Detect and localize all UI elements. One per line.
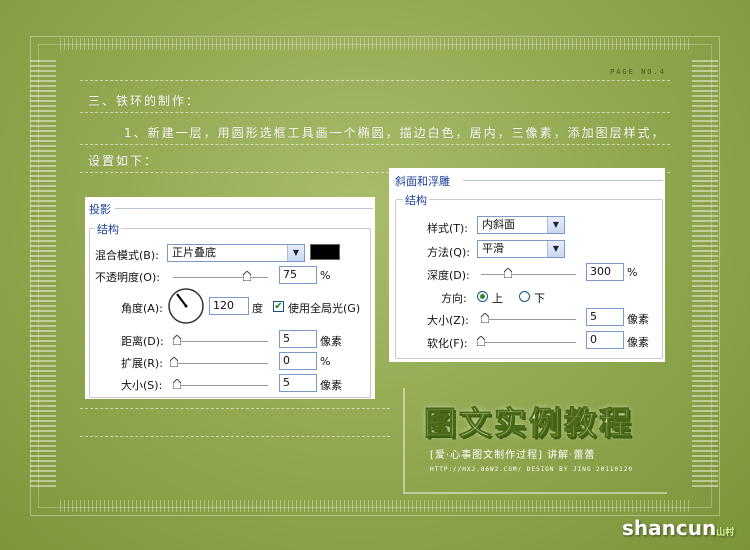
depth-input[interactable]: 300 <box>586 263 624 281</box>
page-number: PAGE NO.4 <box>610 68 666 76</box>
slider-thumb-icon[interactable] <box>504 268 512 278</box>
drop-shadow-panel: 投影 结构 混合模式(B): 正片叠底 ▼ 不透明度(O): 75 % 角度(A… <box>85 197 375 399</box>
spread-label: 扩展(R): <box>121 357 163 370</box>
rule-line <box>80 112 670 113</box>
bevel-size-label: 大小(Z): <box>427 314 469 327</box>
depth-unit: % <box>627 266 638 279</box>
blend-mode-value: 正片叠底 <box>172 246 216 259</box>
slider-thumb-icon[interactable] <box>481 313 489 323</box>
depth-label: 深度(D): <box>427 269 470 282</box>
slider-thumb-icon[interactable] <box>173 335 181 345</box>
right-stripe-decoration <box>692 60 718 490</box>
watermark-logo: shancun山村 <box>622 516 734 540</box>
chevron-down-icon: ▼ <box>547 217 564 233</box>
distance-label: 距离(D): <box>121 335 164 348</box>
soften-label: 软化(F): <box>427 337 468 350</box>
instruction-line-1: 1、新建一层，用圆形选框工具画一个椭圆，描边白色，居内，三像素，添加图层样式， <box>124 126 666 140</box>
opacity-unit: % <box>320 269 331 282</box>
spread-unit: % <box>320 355 331 368</box>
group-legend: 结构 <box>403 192 429 208</box>
rule-line <box>80 436 390 437</box>
depth-slider[interactable] <box>481 274 576 276</box>
angle-input[interactable]: 120 <box>209 297 249 315</box>
slider-thumb-icon[interactable] <box>173 379 181 389</box>
style-label: 样式(T): <box>427 222 469 235</box>
logo-url-line: HTTP://HXJ.86W2.COM/ DESIGN BY JING 2011… <box>430 466 633 473</box>
top-stripe-decoration <box>60 38 690 50</box>
slider-thumb-icon[interactable] <box>170 357 178 367</box>
angle-label: 角度(A): <box>121 302 163 315</box>
logo-subtitle: [爱·心事图文制作过程] 讲解·蕾蕾 <box>430 450 596 461</box>
size-slider[interactable] <box>173 385 268 387</box>
title-rule <box>115 208 373 209</box>
rule-line <box>80 80 670 81</box>
left-stripe-decoration <box>30 60 56 490</box>
technique-select[interactable]: 平滑 ▼ <box>477 240 565 258</box>
spread-slider[interactable] <box>173 363 268 365</box>
global-light-label: 使用全局光(G) <box>288 302 361 315</box>
distance-input[interactable]: 5 <box>279 330 317 348</box>
technique-value: 平滑 <box>482 242 504 255</box>
distance-unit: 像素 <box>320 335 342 348</box>
blend-mode-label: 混合模式(B): <box>95 249 159 262</box>
watermark-cn: 山村 <box>716 528 735 538</box>
size-label: 大小(S): <box>121 379 163 392</box>
size-unit: 像素 <box>320 379 342 392</box>
rule-line <box>80 144 670 145</box>
technique-label: 方法(Q): <box>427 246 470 259</box>
direction-up-label: 上 <box>492 292 503 305</box>
slider-thumb-icon[interactable] <box>477 336 485 346</box>
soften-slider[interactable] <box>481 342 576 344</box>
spread-input[interactable]: 0 <box>279 352 317 370</box>
opacity-input[interactable]: 75 <box>279 266 317 284</box>
rule-line <box>80 408 390 409</box>
direction-up-radio[interactable] <box>477 291 488 302</box>
group-legend: 结构 <box>95 221 121 237</box>
bevel-emboss-panel: 斜面和浮雕 结构 样式(T): 内斜面 ▼ 方法(Q): 平滑 ▼ 深度(D):… <box>389 168 665 362</box>
angle-dial-icon[interactable] <box>167 287 205 325</box>
direction-down-label: 下 <box>534 292 545 305</box>
angle-unit: 度 <box>252 302 263 315</box>
blend-mode-select[interactable]: 正片叠底 ▼ <box>167 244 305 262</box>
soften-unit: 像素 <box>627 336 649 349</box>
logo-title: 图文实例教程 <box>423 404 635 443</box>
soften-input[interactable]: 0 <box>586 331 624 349</box>
section-heading: 三、铁环的制作： <box>88 94 201 108</box>
chevron-down-icon: ▼ <box>287 245 304 261</box>
chevron-down-icon: ▼ <box>547 241 564 257</box>
shadow-color-swatch[interactable] <box>310 244 340 260</box>
style-value: 内斜面 <box>482 218 515 231</box>
opacity-slider[interactable] <box>173 277 268 279</box>
direction-down-radio[interactable] <box>519 291 530 302</box>
bevel-size-unit: 像素 <box>627 313 649 326</box>
bottom-stripe-decoration <box>60 500 690 512</box>
panel-title: 投影 <box>89 203 111 216</box>
distance-slider[interactable] <box>173 341 268 343</box>
size-input[interactable]: 5 <box>279 374 317 392</box>
panel-title: 斜面和浮雕 <box>395 175 450 188</box>
title-rule <box>463 180 663 181</box>
slider-thumb-icon[interactable] <box>243 271 251 281</box>
opacity-label: 不透明度(O): <box>95 271 160 284</box>
global-light-checkbox[interactable]: ✔ <box>273 301 284 312</box>
direction-label: 方向: <box>441 292 467 305</box>
bevel-size-input[interactable]: 5 <box>586 308 624 326</box>
style-select[interactable]: 内斜面 ▼ <box>477 216 565 234</box>
watermark-text: shancun <box>622 516 717 540</box>
instruction-line-2: 设置如下： <box>88 154 159 168</box>
bevel-size-slider[interactable] <box>481 319 576 321</box>
